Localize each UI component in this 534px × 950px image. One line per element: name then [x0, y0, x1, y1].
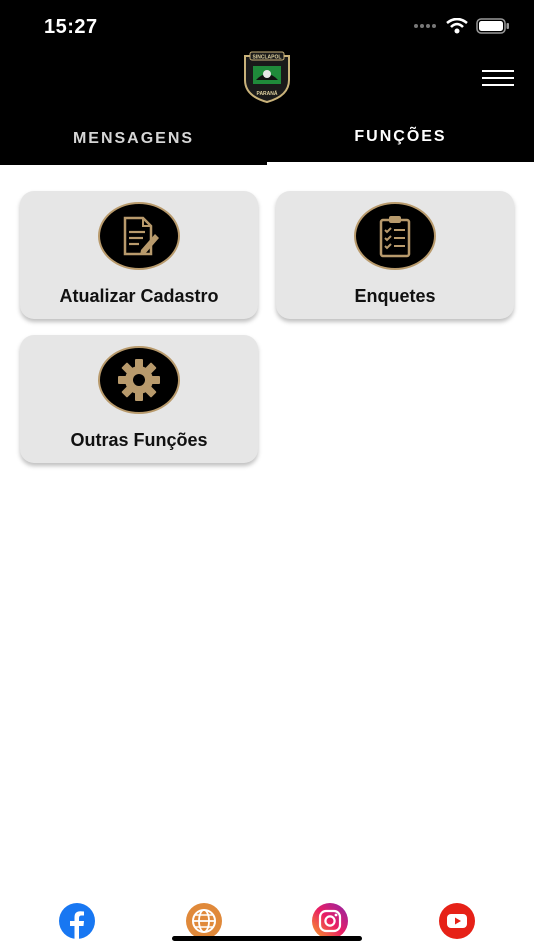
battery-icon — [476, 18, 509, 34]
instagram-icon[interactable] — [312, 903, 348, 939]
outras-funcoes-card[interactable]: Outras Funções — [20, 335, 258, 463]
facebook-icon[interactable] — [59, 903, 95, 939]
tab-funcoes[interactable]: FUNÇÕES — [267, 112, 534, 165]
svg-text:SINCLAPOL: SINCLAPOL — [253, 55, 282, 61]
tab-bar: MENSAGENS FUNÇÕES — [0, 112, 534, 165]
status-icons — [414, 18, 510, 34]
social-links-bar — [0, 900, 534, 940]
sinclapol-logo: SINCLAPOL PARANÁ — [244, 51, 290, 104]
website-globe-icon[interactable] — [186, 903, 222, 939]
app-header: 15:27 SINCLAPOL PARANÁ MENSAGENS FUNÇÕES — [0, 0, 534, 165]
tab-mensagens[interactable]: MENSAGENS — [0, 112, 267, 165]
card-label: Atualizar Cadastro — [59, 286, 219, 306]
gear-icon — [98, 346, 180, 414]
atualizar-cadastro-card[interactable]: Atualizar Cadastro — [20, 191, 258, 319]
card-label: Outras Funções — [70, 430, 208, 450]
document-edit-icon — [98, 202, 180, 270]
svg-text:PARANÁ: PARANÁ — [256, 90, 277, 97]
clipboard-list-icon — [354, 202, 436, 270]
menu-hamburger-icon[interactable] — [482, 70, 514, 88]
home-indicator — [172, 936, 362, 941]
card-label: Enquetes — [354, 286, 436, 306]
status-time: 15:27 — [44, 16, 98, 38]
cellular-signal-icon — [414, 24, 436, 28]
youtube-icon[interactable] — [439, 903, 475, 939]
wifi-icon — [446, 18, 468, 34]
enquetes-card[interactable]: Enquetes — [276, 191, 514, 319]
